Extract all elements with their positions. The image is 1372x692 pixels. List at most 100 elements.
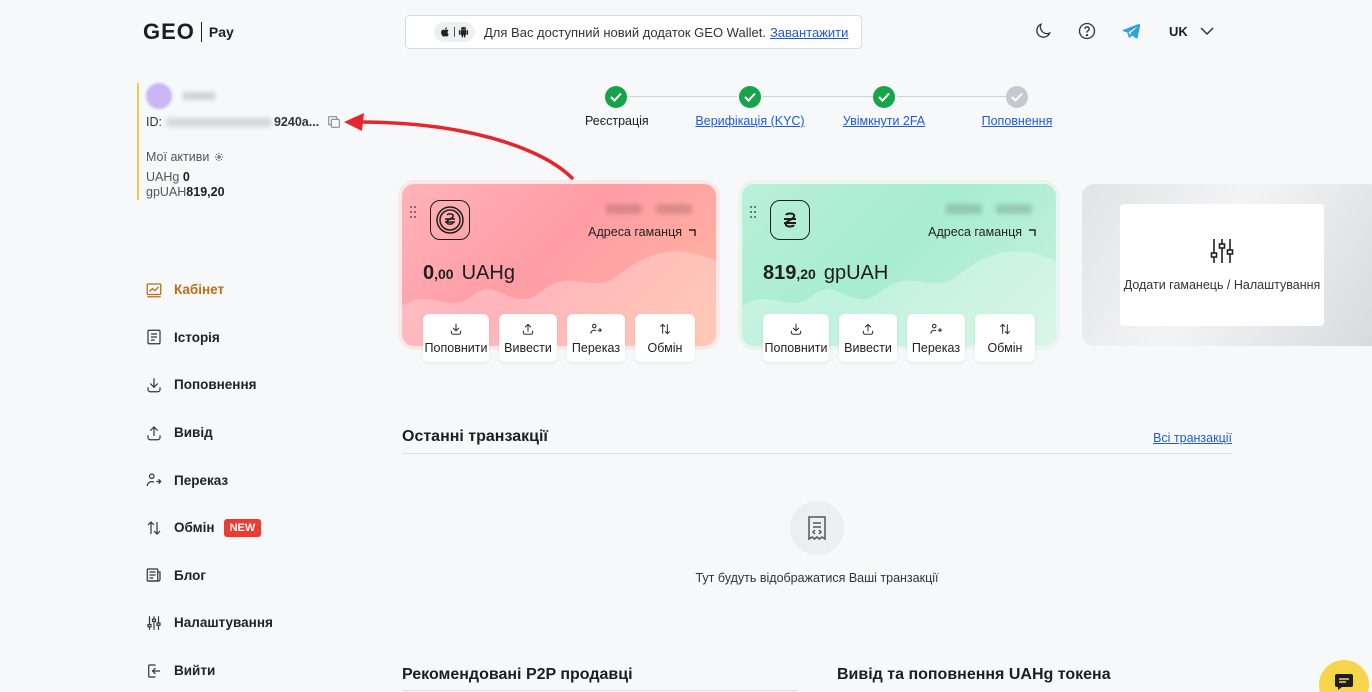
language-selector[interactable]: UK xyxy=(1169,24,1214,39)
exchange-icon xyxy=(999,323,1011,334)
app-download-banner: Для Вас доступний новий додаток GEO Wall… xyxy=(405,15,862,49)
wallet-balance: 819,20 gpUAH xyxy=(763,262,888,285)
step-label: Реєстрація xyxy=(585,114,649,128)
withdraw-button[interactable]: Вивести xyxy=(839,314,897,362)
step-label[interactable]: Верифікація (KYC) xyxy=(695,114,804,128)
platform-icons xyxy=(434,22,475,42)
check-icon xyxy=(1011,92,1023,102)
step-registration: Реєстрація xyxy=(585,86,649,128)
transfer-button[interactable]: Переказ xyxy=(907,314,965,362)
p2p-sellers-title: Рекомендовані P2P продавці xyxy=(402,666,633,683)
wallet-address-link[interactable]: Адреса гаманця xyxy=(928,225,1036,239)
asset-currency: UAHg xyxy=(146,170,180,184)
transfer-icon xyxy=(930,323,942,334)
moon-icon xyxy=(1036,23,1051,38)
button-label: Вивести xyxy=(844,340,892,355)
add-wallet-label: Додати гаманець / Налаштування xyxy=(1123,278,1321,292)
history-icon xyxy=(147,330,161,345)
sidebar-item-label: Налаштування xyxy=(174,615,273,631)
withdraw-button[interactable]: Вивести xyxy=(499,314,557,362)
step-label[interactable]: Увімкнути 2FA xyxy=(843,114,925,128)
help-icon xyxy=(1078,22,1096,40)
exchange-button[interactable]: Обмін xyxy=(635,314,695,362)
check-icon xyxy=(610,92,622,102)
sidebar-item-cabinet[interactable]: Кабінет xyxy=(145,266,273,314)
add-wallet-card: Додати гаманець / Налаштування xyxy=(1082,184,1372,346)
receipt-icon xyxy=(808,516,826,541)
sidebar-item-label: Вийти xyxy=(174,663,216,679)
sidebar-nav: Кабінет Історія Поповнення Вивід Переказ… xyxy=(145,266,273,692)
sidebar-item-blog[interactable]: Блог xyxy=(145,552,273,600)
wallet-stats-hidden xyxy=(946,204,1032,214)
step-done-indicator xyxy=(739,86,761,108)
dashboard-icon xyxy=(146,283,162,298)
step-kyc[interactable]: Верифікація (KYC) xyxy=(695,86,805,128)
blog-icon xyxy=(146,568,161,582)
deposit-icon xyxy=(450,323,462,335)
help-button[interactable] xyxy=(1076,20,1098,42)
empty-transactions-icon xyxy=(790,501,844,555)
deposit-button[interactable]: Поповнити xyxy=(423,314,489,362)
user-id-hidden xyxy=(165,117,272,127)
logout-icon xyxy=(148,663,160,678)
logo-divider xyxy=(200,22,202,42)
step-deposit[interactable]: Поповнення xyxy=(977,86,1057,128)
sidebar-item-logout[interactable]: Вийти xyxy=(145,647,273,692)
user-id-tail: 9240a... xyxy=(273,115,320,129)
download-app-link[interactable]: Завантажити xyxy=(770,25,848,40)
my-assets-label: Мої активи xyxy=(146,150,210,164)
sidebar-item-transfer[interactable]: Переказ xyxy=(145,456,273,504)
telegram-button[interactable] xyxy=(1120,20,1142,42)
sidebar-item-settings[interactable]: Налаштування xyxy=(145,599,273,647)
deposit-button[interactable]: Поповнити xyxy=(763,314,829,362)
language-code: UK xyxy=(1169,23,1188,39)
dark-mode-toggle[interactable] xyxy=(1032,20,1054,42)
wallet-balance: 0,00 UAHg xyxy=(423,262,515,285)
support-chat-button[interactable] xyxy=(1319,660,1369,692)
id-label: ID: xyxy=(146,115,162,129)
button-label: Переказ xyxy=(571,340,621,355)
all-transactions-link[interactable]: Всі транзакції xyxy=(1153,431,1232,453)
profile-user xyxy=(146,83,357,109)
sidebar-item-label: Переказ xyxy=(174,472,229,488)
asset-row: gpUAH819,20 xyxy=(146,185,357,200)
withdraw-icon xyxy=(862,323,874,335)
sidebar-item-deposit[interactable]: Поповнення xyxy=(145,361,273,409)
deposit-icon xyxy=(147,378,161,393)
balance-integer: 0 xyxy=(423,262,435,284)
asset-amount: 819,20 xyxy=(186,185,225,199)
logo[interactable]: GEO Pay xyxy=(143,19,234,44)
sidebar-item-withdraw[interactable]: Вивід xyxy=(145,409,273,457)
chat-icon xyxy=(1335,674,1353,690)
button-label: Поповнити xyxy=(424,340,488,355)
balance-decimal: ,20 xyxy=(796,266,816,282)
wallet-address-label: Адреса гаманця xyxy=(588,225,682,239)
profile-panel: ID: 9240a... Мої активи UAHg 0 gpUAH819,… xyxy=(137,83,357,200)
transfer-icon xyxy=(590,323,602,334)
sidebar-item-exchange[interactable]: Обмін NEW xyxy=(145,504,273,552)
recent-transactions-title: Останні транзакції xyxy=(402,428,548,445)
sidebar-item-history[interactable]: Історія xyxy=(145,314,273,362)
withdraw-icon xyxy=(522,323,534,335)
drag-handle-icon[interactable] xyxy=(750,206,756,218)
wallet-stats-hidden xyxy=(606,204,692,214)
transfer-button[interactable]: Переказ xyxy=(567,314,625,362)
new-badge: NEW xyxy=(223,518,262,537)
withdraw-icon xyxy=(147,425,161,440)
sidebar-item-label: Історія xyxy=(174,329,220,345)
exchange-button[interactable]: Обмін xyxy=(975,314,1035,362)
transfer-icon xyxy=(146,473,162,487)
wallet-address-link[interactable]: Адреса гаманця xyxy=(588,225,696,239)
step-pending-indicator xyxy=(1006,86,1028,108)
sidebar-item-label: Обмін xyxy=(174,520,215,536)
step-2fa[interactable]: Увімкнути 2FA xyxy=(835,86,933,128)
settings-small-icon[interactable] xyxy=(214,152,224,162)
step-label[interactable]: Поповнення xyxy=(982,114,1053,128)
avatar[interactable] xyxy=(146,83,172,109)
sidebar-item-label: Кабінет xyxy=(174,282,225,298)
empty-transactions-text: Тут будуть відображатися Ваші транзакції xyxy=(695,571,939,585)
check-icon xyxy=(744,92,756,102)
drag-handle-icon[interactable] xyxy=(410,206,416,218)
add-wallet-button[interactable]: Додати гаманець / Налаштування xyxy=(1120,204,1324,326)
divider xyxy=(402,690,798,691)
